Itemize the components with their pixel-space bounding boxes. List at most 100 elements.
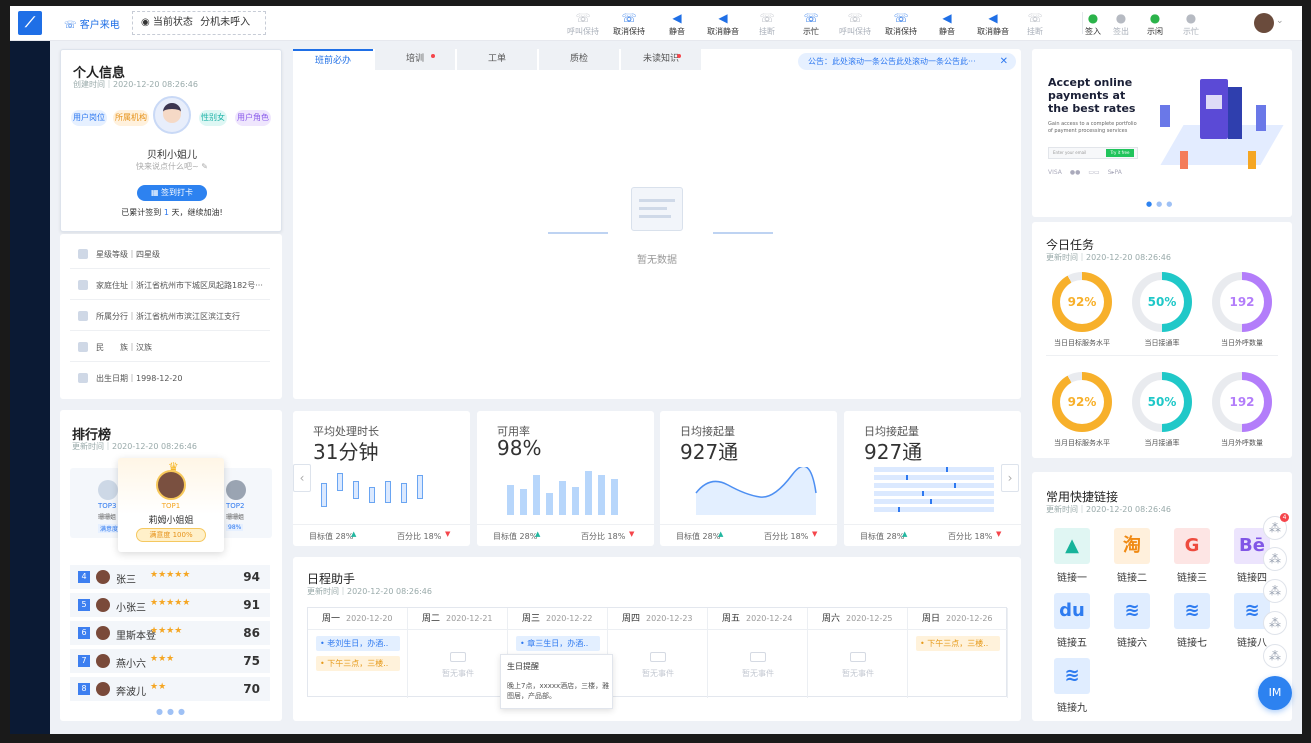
float-button-4[interactable]: ⁂ [1263, 611, 1287, 635]
calendar-event[interactable]: • 章三生日，办酒.. [516, 636, 600, 651]
rank-number: 8 [78, 683, 90, 695]
float-button-2[interactable]: ⁂ [1263, 547, 1287, 571]
bar [559, 481, 566, 515]
top2-card[interactable]: TOP2 珊珊姐 98% [220, 468, 272, 538]
quicklink-label[interactable]: 链接二 [1107, 569, 1157, 584]
tab-item[interactable]: 培训 [375, 49, 455, 70]
toolbar-button[interactable]: ☏ 呼叫保持 [832, 10, 878, 40]
quicklink-icon[interactable]: ≋ [1054, 658, 1090, 694]
progress-ring: 92% [1052, 372, 1112, 432]
notice-bar[interactable]: 公告：此处滚动一条公告此处滚动一条公告此··· ✕ [798, 53, 1016, 70]
toolbar-button[interactable]: ◀ 取消静音 [700, 10, 746, 40]
quicklink-icon[interactable]: G [1174, 528, 1210, 564]
stats-next-button[interactable]: › [1001, 464, 1019, 492]
quicklink-icon[interactable]: 淘 [1114, 528, 1150, 564]
tab-item[interactable]: 班前必办 [293, 49, 373, 70]
quicklink-label[interactable]: 链接一 [1047, 569, 1097, 584]
quicklink-icon[interactable]: ≋ [1174, 593, 1210, 629]
stats-prev-button[interactable]: ‹ [293, 464, 311, 492]
calendar-day[interactable]: 周二 2020-12-21 暂无事件 [408, 608, 508, 698]
empty-box-icon [650, 652, 666, 662]
share-icon: ⁂ [1269, 649, 1281, 663]
im-button[interactable]: IM [1258, 676, 1292, 710]
toolbar-button[interactable]: ◀ 静音 [924, 10, 970, 40]
stat-footer: 目标值 28% ▲ 百分比 18% ▼ [293, 524, 470, 546]
toolbar-button[interactable]: ☏ 取消保持 [606, 10, 652, 40]
toolbar-button[interactable]: ● 示忙 [1168, 10, 1214, 40]
edit-icon[interactable]: ✎ [201, 162, 208, 171]
stat-ratio: 百分比 18% [948, 532, 993, 541]
top3-card[interactable]: TOP3 珊珊姐 满意度 [70, 468, 122, 538]
incoming-call-link[interactable]: ☏ 客户来电 [64, 16, 120, 31]
close-icon[interactable]: ✕ [1000, 53, 1008, 70]
calendar-day[interactable]: 周四 2020-12-23 暂无事件 [608, 608, 708, 698]
rank-name: 燕小六 [116, 659, 146, 670]
toolbar-button[interactable]: ☏ 呼叫保持 [560, 10, 606, 40]
schedule-title: 日程助手 [307, 572, 356, 586]
bar [507, 485, 514, 515]
quicklink-label[interactable]: 链接六 [1107, 634, 1157, 649]
calendar-day[interactable]: 周一 2020-12-20 • 老刘生日，办酒.. • 下午三点，三楼.. [308, 608, 408, 698]
quicklink-label[interactable]: 链接三 [1167, 569, 1217, 584]
toolbar-icon: ☏ [847, 11, 863, 25]
banner-pager[interactable]: ●●● [1146, 200, 1176, 208]
calendar-day[interactable]: 周五 2020-12-24 暂无事件 [708, 608, 808, 698]
empty-illustration-line-left [548, 232, 608, 234]
tasks-divider [1046, 355, 1278, 356]
toolbar-button[interactable]: ☏ 挂断 [744, 10, 790, 40]
top1-card[interactable]: ♛ TOP1 莉姆小姐姐 满意度 100% [118, 458, 224, 552]
tab-item[interactable]: 质检 [539, 49, 619, 70]
banner-cta-button[interactable]: Try it free [1106, 149, 1134, 157]
toolbar-button[interactable]: ☏ 取消保持 [878, 10, 924, 40]
tab-item[interactable]: 未读知识 [621, 49, 701, 70]
signin-button[interactable]: ▦ 签到打卡 [137, 185, 207, 201]
toolbar-button[interactable]: ◀ 静音 [654, 10, 700, 40]
bar [520, 489, 527, 515]
profile-avatar[interactable] [153, 96, 191, 134]
toolbar-button[interactable]: ☏ 挂断 [1012, 10, 1058, 40]
stat-chart [864, 467, 1004, 515]
calendar-event[interactable]: • 老刘生日，办酒.. [316, 636, 400, 651]
ranking-row[interactable]: 8 奔波儿 ★★ 70 [70, 677, 270, 701]
calendar-event[interactable]: • 下午三点，三楼.. [916, 636, 1000, 651]
ranking-row[interactable]: 5 小张三 ★★★★★ 91 [70, 593, 270, 617]
chevron-down-icon[interactable]: ⌄ [1276, 16, 1284, 26]
toolbar-button[interactable]: ☏ 示忙 [788, 10, 834, 40]
toolbar-button[interactable]: ◀ 取消静音 [970, 10, 1016, 40]
calendar-day[interactable]: 周日 2020-12-26 • 下午三点，三楼.. [908, 608, 1008, 698]
tab-item[interactable]: 工单 [457, 49, 537, 70]
tag-position: 用户岗位 [71, 110, 107, 126]
ranking-row[interactable]: 7 燕小六 ★★★ 75 [70, 649, 270, 673]
progress-bar [874, 467, 994, 472]
ranking-pager[interactable]: ●●● [156, 707, 189, 716]
app-logo[interactable]: ⟋ [18, 11, 42, 35]
quicklink-icon[interactable]: ≋ [1114, 593, 1150, 629]
quicklink-label[interactable]: 链接九 [1047, 699, 1097, 714]
quicklink-label[interactable]: 链接五 [1047, 634, 1097, 649]
float-button-3[interactable]: ⁂ [1263, 579, 1287, 603]
toolbar-label: 挂断 [1027, 27, 1043, 36]
rank-number: 4 [78, 571, 90, 583]
quicklink-label[interactable]: 链接七 [1167, 634, 1217, 649]
toolbar-icon: ☏ [621, 11, 637, 25]
empty-text: 暂无数据 [637, 255, 677, 266]
quicklink-icon[interactable]: du [1054, 593, 1090, 629]
quicklink-icon[interactable]: ▲ [1054, 528, 1090, 564]
stat-ratio: 百分比 18% [581, 532, 626, 541]
toolbar-label: 取消保持 [885, 27, 917, 36]
candle [321, 483, 327, 507]
brand-visa: VISA [1048, 169, 1062, 176]
profile-signature[interactable]: 快来说点什么吧~ ✎ [61, 161, 283, 172]
calendar-day[interactable]: 周六 2020-12-25 暂无事件 [808, 608, 908, 698]
day-header: 周六 2020-12-25 [808, 608, 907, 630]
trend-down-icon: ▼ [996, 530, 1002, 538]
ring-value: 92% [1060, 380, 1104, 424]
calendar-event[interactable]: • 下午三点，三楼.. [316, 656, 400, 671]
ranking-row[interactable]: 4 张三 ★★★★★ 94 [70, 565, 270, 589]
float-button-5[interactable]: ⁂ [1263, 644, 1287, 668]
toolbar-icon: ☏ [575, 11, 591, 25]
toolbar-label: 示忙 [803, 27, 819, 36]
user-avatar[interactable] [1254, 13, 1274, 33]
ranking-row[interactable]: 6 里斯本登 ★★★★ 86 [70, 621, 270, 645]
promo-banner[interactable]: Accept online payments at the best rates… [1032, 49, 1292, 217]
